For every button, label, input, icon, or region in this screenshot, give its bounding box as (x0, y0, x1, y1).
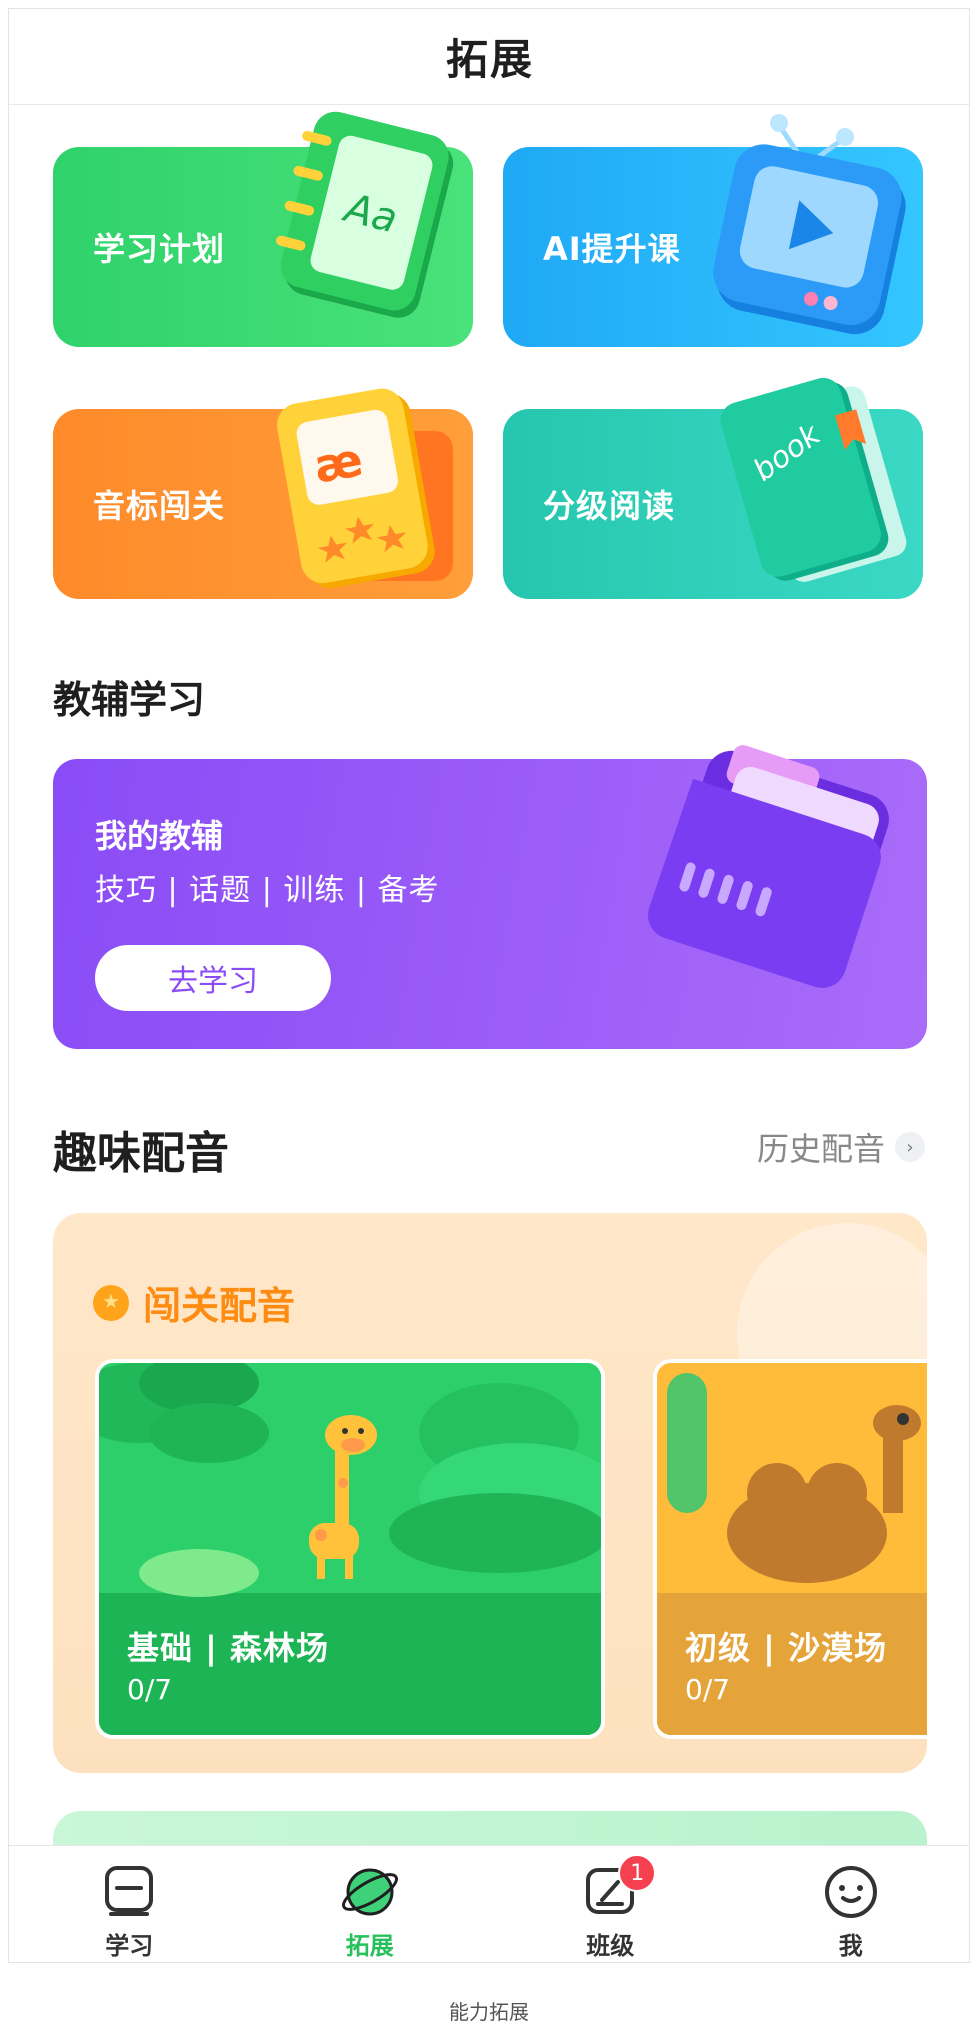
page-title: 拓展 (445, 35, 534, 84)
tab-label: 我 (838, 1932, 863, 1960)
tv-play-icon (713, 114, 906, 335)
study-icon (105, 1866, 154, 1916)
tile-graded-reading[interactable]: 分级阅读 book (503, 377, 923, 599)
tile-phonics[interactable]: 音标闯关 æ (53, 388, 473, 599)
figure-caption: 能力拓展 (449, 2000, 529, 2024)
scene-card-forest[interactable]: 基础 | 森林场 0/7 (95, 1359, 605, 1739)
top-bar: 拓展 (9, 9, 969, 105)
tile-study-plan[interactable]: 学习计划 Aa (53, 111, 473, 347)
bottom-tab-bar: 学习 拓展 1 班级 我 (9, 1845, 970, 1962)
book-icon: book (720, 377, 907, 582)
dubbing-panel-header: 闯关配音 (93, 1275, 295, 1330)
history-dubbing-link[interactable]: 历史配音 › (757, 1124, 925, 1170)
face-icon (824, 1866, 877, 1918)
svg-text:æ: æ (310, 432, 367, 494)
tab-class[interactable]: 1 班级 (490, 1846, 731, 1962)
scene-name: 初级 | 沙漠场 (685, 1629, 887, 1667)
chevron-right-icon: › (895, 1132, 925, 1162)
scene-card-desert[interactable]: 初级 | 沙漠场 0/7 (653, 1359, 927, 1739)
phone-screen: 拓展 学习计划 Aa AI提升课 音标闯关 æ 分级阅读 book 教辅学习 我… (8, 8, 970, 1963)
dubbing-panel: 闯关配音 基础 | 森林场 0/7 初级 | 沙漠场 0/7 (53, 1213, 927, 1773)
tab-study[interactable]: 学习 (9, 1846, 250, 1962)
section-title-dubbing: 趣味配音 (53, 1128, 229, 1179)
tutor-card[interactable]: 我的教辅 技巧 | 话题 | 训练 | 备考 去学习 (53, 745, 927, 1049)
scene-progress: 0/7 (127, 1673, 173, 1706)
tab-explore[interactable]: 拓展 (250, 1846, 491, 1962)
tab-label: 拓展 (345, 1932, 394, 1960)
dubbing-panel-title: 闯关配音 (143, 1284, 296, 1328)
history-dubbing-label: 历史配音 (756, 1130, 885, 1168)
planet-icon (341, 1868, 398, 1916)
tab-label: 班级 (586, 1932, 635, 1960)
notebook-icon: Aa (276, 111, 454, 318)
go-study-button[interactable]: 去学习 (95, 945, 331, 1011)
tile-label: AI提升课 (543, 230, 681, 268)
forest-giraffe-illustration (99, 1363, 601, 1735)
section-title-tutoring: 教辅学习 (53, 678, 206, 722)
tutor-card-subtitle: 技巧 | 话题 | 训练 | 备考 (95, 873, 440, 908)
notification-badge: 1 (618, 1854, 657, 1892)
tile-label: 音标闯关 (93, 487, 226, 525)
tile-label: 学习计划 (93, 230, 226, 268)
folder-icon (648, 745, 889, 988)
scene-name: 基础 | 森林场 (127, 1629, 329, 1667)
phonics-card-icon: æ (277, 388, 453, 588)
tutor-card-title: 我的教辅 (95, 817, 224, 855)
tab-label: 学习 (105, 1932, 154, 1960)
scene-progress: 0/7 (685, 1673, 731, 1706)
tile-ai-course[interactable]: AI提升课 (503, 114, 923, 347)
tab-me[interactable]: 我 (731, 1846, 970, 1962)
medal-icon (93, 1284, 129, 1321)
tile-label: 分级阅读 (543, 487, 676, 525)
